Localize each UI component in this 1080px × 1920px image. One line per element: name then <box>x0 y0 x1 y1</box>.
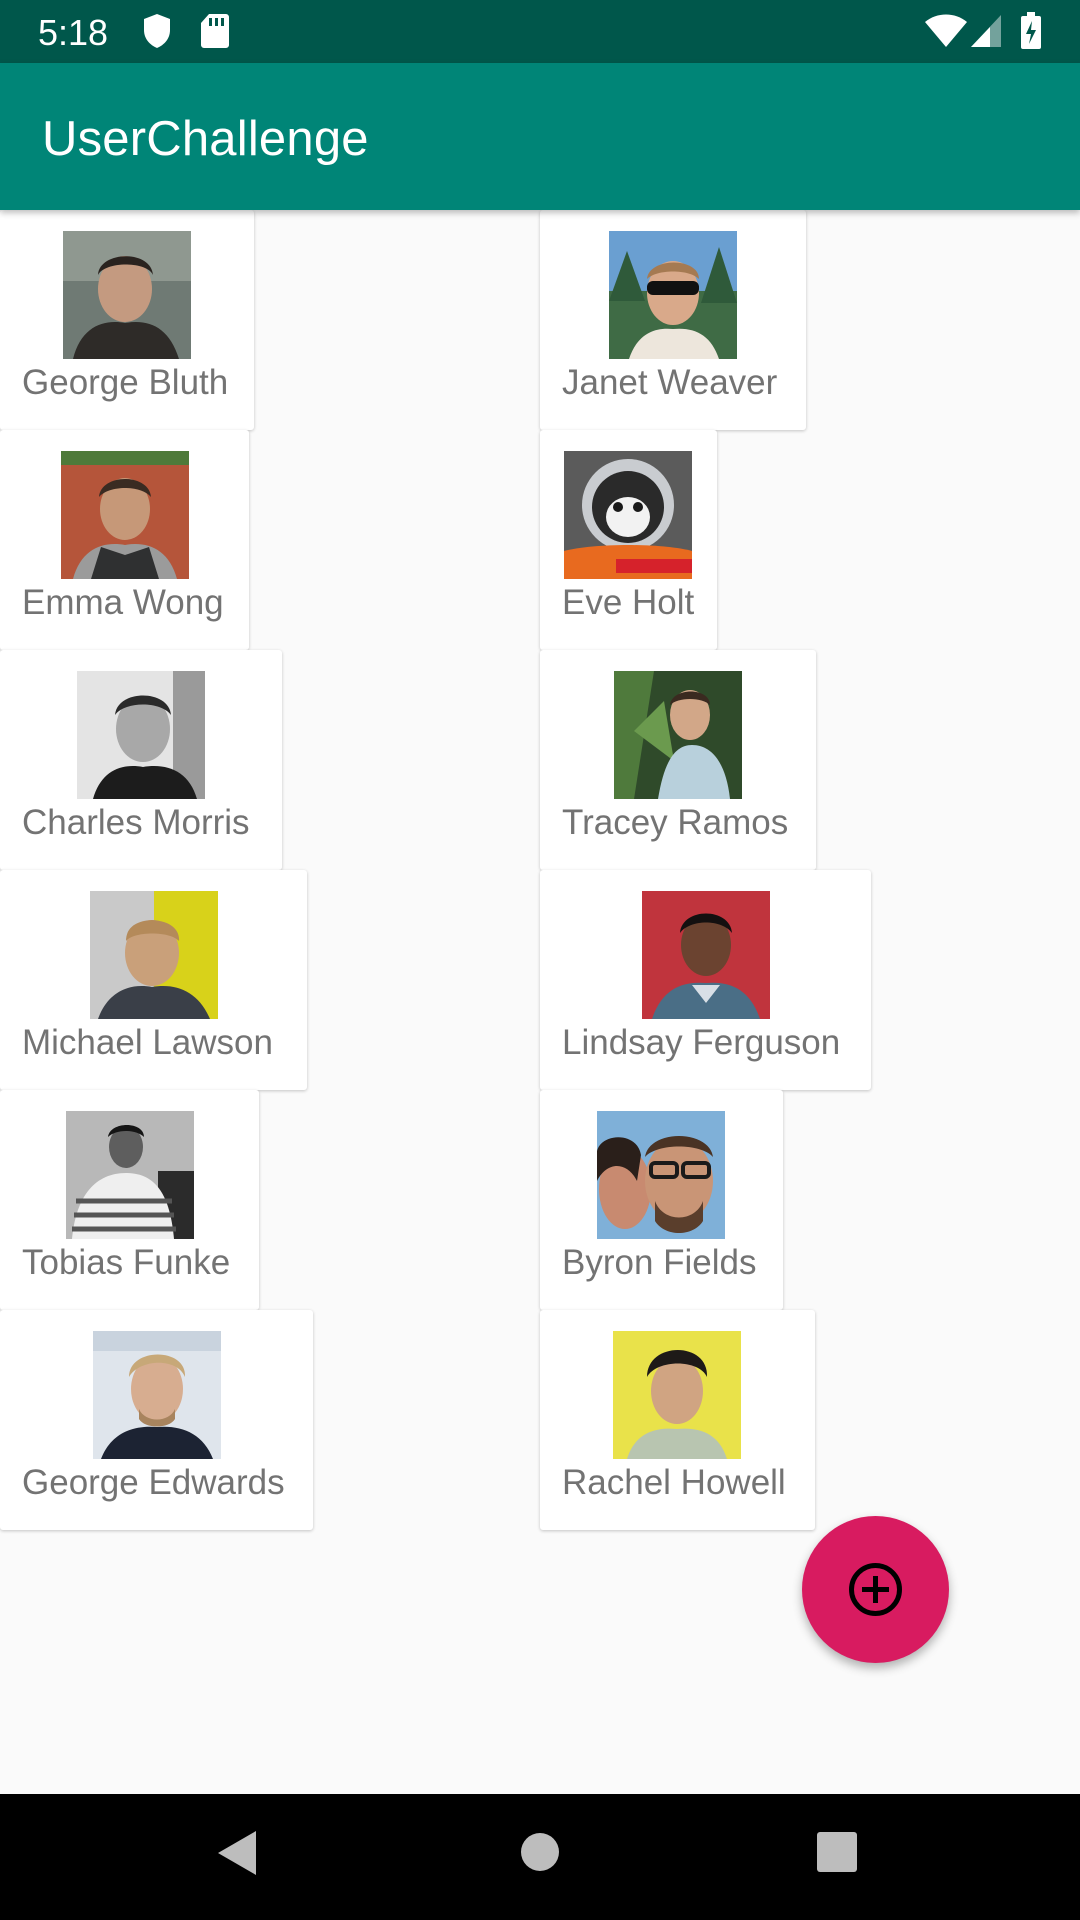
user-avatar <box>77 671 205 799</box>
home-icon[interactable] <box>519 1831 561 1878</box>
user-avatar <box>642 891 770 1019</box>
user-avatar <box>613 1331 741 1459</box>
recents-icon[interactable] <box>816 1831 858 1878</box>
user-name: George Edwards <box>22 1463 285 1502</box>
battery-charging-icon <box>1020 12 1042 55</box>
back-icon[interactable] <box>216 1829 258 1882</box>
cell-signal-icon <box>970 14 1002 53</box>
add-circle-icon <box>849 1563 902 1616</box>
user-name: Charles Morris <box>22 803 250 842</box>
user-card[interactable]: Tracey Ramos <box>540 650 816 870</box>
user-name: Tobias Funke <box>22 1243 231 1282</box>
user-card[interactable]: George Edwards <box>0 1310 313 1530</box>
user-card[interactable]: Charles Morris <box>0 650 282 870</box>
user-name: Rachel Howell <box>562 1463 786 1502</box>
user-card[interactable]: Lindsay Ferguson <box>540 870 871 1090</box>
user-card[interactable]: Michael Lawson <box>0 870 307 1090</box>
user-name: Emma Wong <box>22 583 224 622</box>
user-name: Eve Holt <box>562 583 695 622</box>
user-card[interactable]: Byron Fields <box>540 1090 783 1310</box>
user-name: Michael Lawson <box>22 1023 273 1062</box>
user-avatar <box>597 1111 725 1239</box>
app-bar: UserChallenge <box>0 63 1080 210</box>
add-user-button[interactable] <box>802 1516 949 1663</box>
user-name: George Bluth <box>22 363 229 402</box>
user-avatar <box>609 231 737 359</box>
user-name: Tracey Ramos <box>562 803 789 842</box>
user-card[interactable]: George Bluth <box>0 210 254 430</box>
user-avatar <box>93 1331 221 1459</box>
user-name: Byron Fields <box>562 1243 757 1282</box>
app-title: UserChallenge <box>42 112 369 166</box>
shield-icon <box>142 13 172 54</box>
user-grid[interactable]: George Bluth Janet Weaver Emma Wong Eve … <box>0 210 1080 1530</box>
user-card[interactable]: Rachel Howell <box>540 1310 815 1530</box>
navigation-bar <box>0 1794 1080 1920</box>
user-avatar <box>90 891 218 1019</box>
user-card[interactable]: Tobias Funke <box>0 1090 259 1310</box>
user-avatar <box>61 451 189 579</box>
status-bar: 5:18 <box>0 0 1080 63</box>
user-avatar <box>564 451 692 579</box>
user-card[interactable]: Eve Holt <box>540 430 717 650</box>
status-time: 5:18 <box>38 12 109 53</box>
sd-card-icon <box>200 13 230 54</box>
user-avatar <box>63 231 191 359</box>
user-card[interactable]: Emma Wong <box>0 430 249 650</box>
user-card[interactable]: Janet Weaver <box>540 210 806 430</box>
user-name: Lindsay Ferguson <box>562 1023 841 1062</box>
user-avatar <box>66 1111 194 1239</box>
wifi-icon <box>924 14 968 53</box>
user-avatar <box>614 671 742 799</box>
user-name: Janet Weaver <box>562 363 778 402</box>
